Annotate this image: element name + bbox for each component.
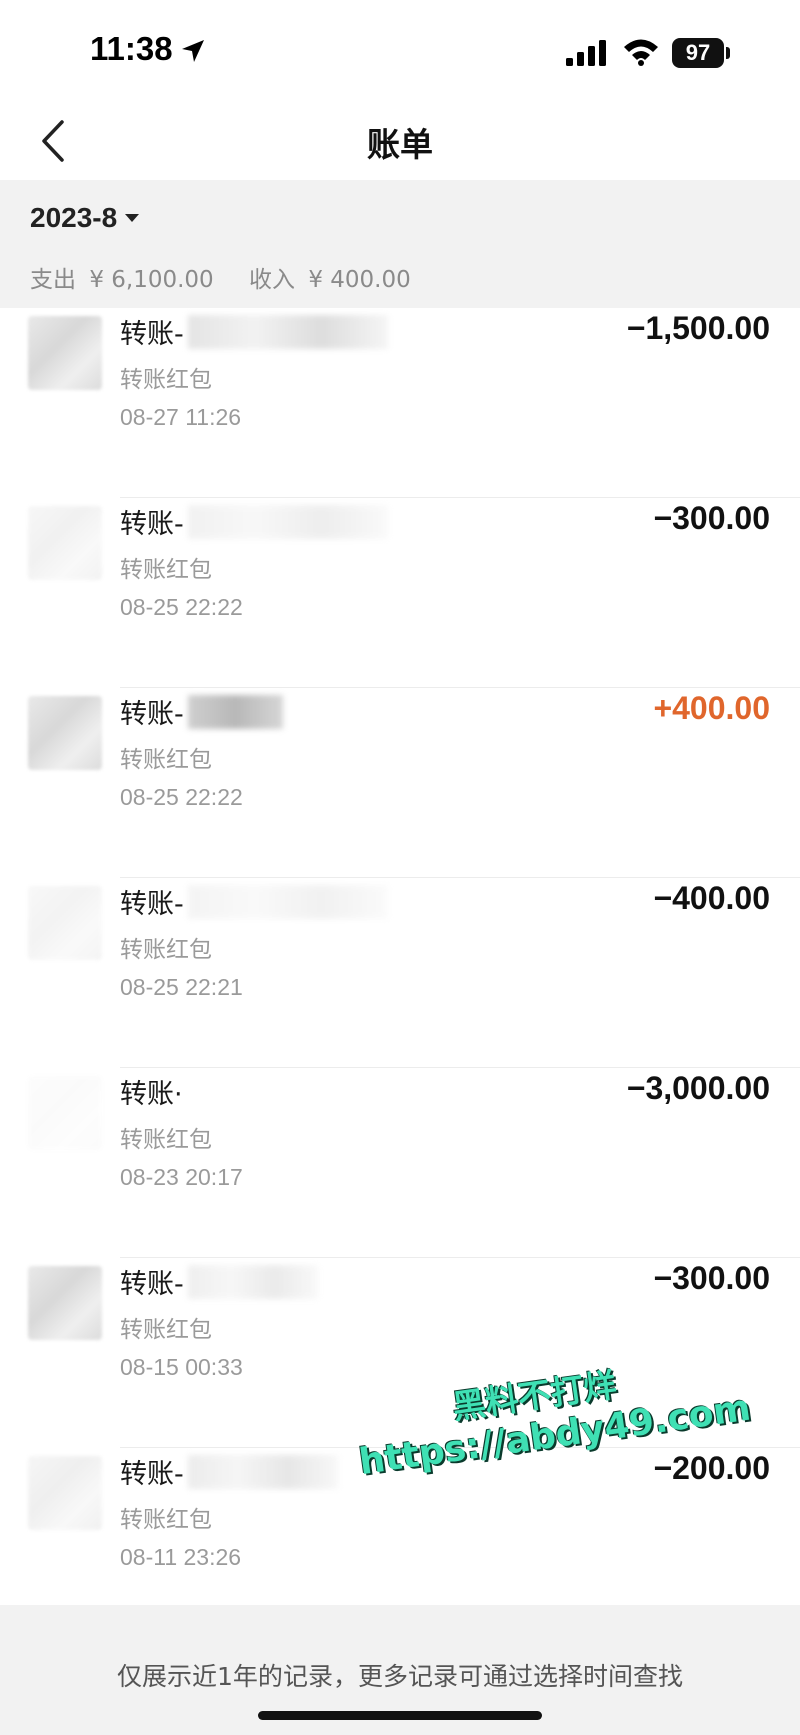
avatar bbox=[28, 696, 102, 770]
transaction-subtitle: 转账红包 bbox=[120, 1127, 212, 1153]
redacted-name bbox=[187, 694, 283, 729]
expense-label: 支出 bbox=[30, 267, 76, 293]
transaction-title: 转账- bbox=[120, 502, 388, 541]
transaction-time: 08-11 23:26 bbox=[120, 1544, 242, 1570]
transaction-title: 转账- bbox=[120, 1452, 338, 1491]
transaction-title: 转账- bbox=[120, 312, 388, 351]
transaction-time: 08-25 22:21 bbox=[120, 974, 243, 1000]
transaction-list: 转账- 转账红包 08-27 11:26 −1,500.00 转账- 转账红包 … bbox=[0, 308, 800, 1648]
caret-down-icon bbox=[125, 214, 140, 222]
income-label: 收入 bbox=[249, 267, 295, 293]
redacted-name bbox=[187, 504, 388, 539]
transaction-item[interactable]: 转账· 转账红包 08-23 20:17 −3,000.00 bbox=[0, 1068, 800, 1258]
transaction-amount: +400.00 bbox=[653, 690, 770, 726]
transaction-item[interactable]: 转账- 转账红包 08-15 00:33 −300.00 bbox=[0, 1258, 800, 1448]
battery-nub bbox=[726, 47, 730, 59]
home-indicator[interactable] bbox=[258, 1711, 542, 1720]
transaction-amount: −1,500.00 bbox=[626, 310, 770, 346]
cellular-signal-icon bbox=[566, 40, 606, 66]
transaction-time: 08-25 22:22 bbox=[120, 594, 243, 620]
transaction-amount: −3,000.00 bbox=[626, 1070, 770, 1106]
transaction-subtitle: 转账红包 bbox=[120, 747, 212, 773]
page-title: 账单 bbox=[367, 125, 433, 164]
transaction-item[interactable]: 转账- 转账红包 08-25 22:22 −300.00 bbox=[0, 498, 800, 688]
transaction-amount: −300.00 bbox=[653, 1260, 770, 1296]
transaction-item[interactable]: 转账- 转账红包 08-25 22:21 −400.00 bbox=[0, 878, 800, 1068]
transaction-amount: −300.00 bbox=[653, 500, 770, 536]
redacted-name bbox=[187, 1454, 338, 1489]
month-summary: 支出 ¥ 6,100.00 收入 ¥ 400.00 bbox=[30, 260, 417, 294]
nav-bar: 账单 bbox=[0, 100, 800, 180]
transaction-time: 08-23 20:17 bbox=[120, 1164, 243, 1190]
transaction-item[interactable]: 转账- 转账红包 08-25 22:22 +400.00 bbox=[0, 688, 800, 878]
status-bar: 11:38 97 bbox=[0, 0, 800, 100]
wifi-icon bbox=[624, 39, 658, 66]
income-value: ¥ 400.00 bbox=[308, 267, 411, 293]
transaction-amount: −400.00 bbox=[653, 880, 770, 916]
transaction-amount: −200.00 bbox=[653, 1450, 770, 1486]
transaction-subtitle: 转账红包 bbox=[120, 937, 212, 963]
month-selector[interactable]: 2023-8 bbox=[30, 202, 140, 234]
transaction-subtitle: 转账红包 bbox=[120, 367, 212, 393]
avatar bbox=[28, 506, 102, 580]
redacted-name bbox=[187, 314, 388, 349]
transaction-time: 08-27 11:26 bbox=[120, 404, 242, 430]
avatar bbox=[28, 1456, 102, 1530]
avatar bbox=[28, 1076, 102, 1150]
transaction-subtitle: 转账红包 bbox=[120, 1507, 212, 1533]
transaction-item[interactable]: 转账- 转账红包 08-27 11:26 −1,500.00 bbox=[0, 308, 800, 498]
status-time: 11:38 bbox=[90, 30, 173, 67]
transaction-title: 转账- bbox=[120, 1262, 318, 1301]
transaction-title: 转账· bbox=[120, 1079, 183, 1110]
transaction-title: 转账- bbox=[120, 692, 283, 731]
redacted-name bbox=[187, 884, 388, 919]
battery-indicator: 97 bbox=[672, 38, 724, 68]
month-header: 2023-8 支出 ¥ 6,100.00 收入 ¥ 400.00 bbox=[0, 180, 800, 308]
transaction-subtitle: 转账红包 bbox=[120, 557, 212, 583]
transaction-title: 转账- bbox=[120, 882, 388, 921]
avatar bbox=[28, 316, 102, 390]
avatar bbox=[28, 886, 102, 960]
footer-note: 仅展示近1年的记录，更多记录可通过选择时间查找 bbox=[117, 1662, 683, 1691]
redacted-name bbox=[187, 1264, 318, 1299]
transaction-subtitle: 转账红包 bbox=[120, 1317, 212, 1343]
expense-value: ¥ 6,100.00 bbox=[89, 267, 214, 293]
transaction-time: 08-25 22:22 bbox=[120, 784, 243, 810]
month-label: 2023-8 bbox=[30, 202, 118, 233]
transaction-time: 08-15 00:33 bbox=[120, 1354, 243, 1380]
avatar bbox=[28, 1266, 102, 1340]
location-arrow-icon bbox=[182, 40, 204, 62]
